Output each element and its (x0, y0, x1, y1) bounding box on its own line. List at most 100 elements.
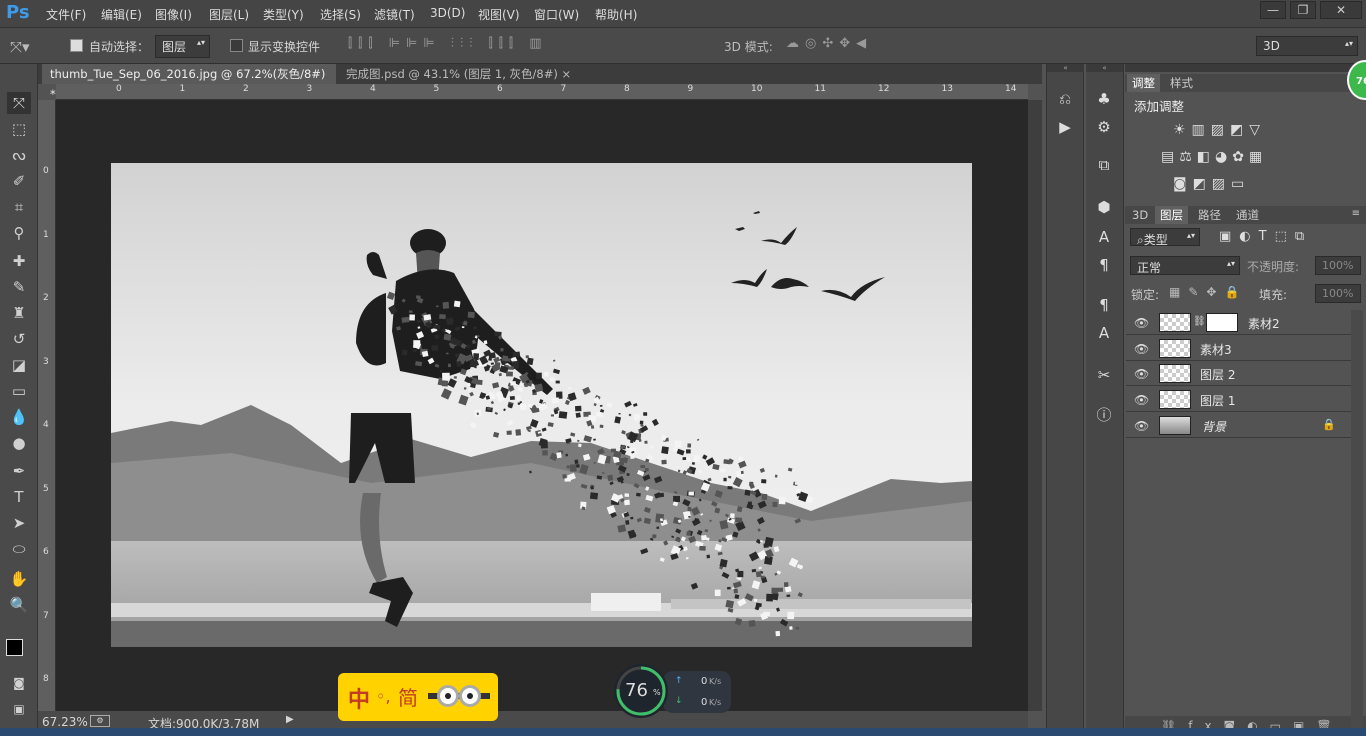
fill-input[interactable]: 100% (1315, 284, 1361, 303)
adjustment-icons-row1[interactable]: ☀▥▨◩▽ (1173, 122, 1266, 138)
layer-name[interactable]: 图层 1 (1200, 392, 1235, 409)
eyedropper-tool-icon[interactable]: ⚲ (7, 222, 31, 244)
minimize-button[interactable]: — (1260, 1, 1286, 19)
marquee-tool-icon[interactable]: ⬚ (7, 118, 31, 140)
tab-thumb[interactable]: thumb_Tue_Sep_06_2016.jpg @ 67.2%(灰色/8#)… (42, 64, 336, 101)
menu-window[interactable]: 窗口(W) (534, 6, 579, 23)
character-icon[interactable]: A (1092, 226, 1116, 248)
brush-tool-icon[interactable]: ✎ (7, 276, 31, 298)
type-tool-icon[interactable]: T (7, 486, 31, 508)
foreground-color-swatch[interactable] (6, 639, 23, 656)
layer-row[interactable]: 👁 图层 2 (1126, 361, 1351, 386)
info-icon[interactable]: ⓘ (1092, 404, 1116, 426)
layer-row[interactable]: 👁 图层 1 (1126, 387, 1351, 412)
restore-button[interactable]: ❐ (1290, 1, 1316, 19)
quick-select-tool-icon[interactable]: ✐ (7, 170, 31, 192)
crop-tool-icon[interactable]: ⌗ (7, 196, 31, 218)
collapse-icon[interactable]: « (1047, 64, 1084, 72)
dodge-tool-icon[interactable]: ● (7, 432, 31, 454)
eraser-tool-icon[interactable]: ◪ (7, 354, 31, 376)
tool-presets-icon[interactable]: ✂ (1092, 364, 1116, 386)
move-tool-preset-icon[interactable]: ⤧▾ (10, 38, 30, 56)
ime-punct[interactable]: ◦, (376, 687, 391, 706)
clone-stamp-tool-icon[interactable]: ♜ (7, 302, 31, 324)
tab-styles[interactable]: 样式 (1165, 74, 1198, 92)
tab-channels[interactable]: 通道 (1231, 206, 1264, 224)
clone-source-icon[interactable]: ⧉ (1092, 154, 1116, 176)
move-tool-icon[interactable]: ⤧ (7, 92, 31, 114)
tab-3d[interactable]: 3D (1127, 206, 1153, 224)
auto-select-dropdown[interactable]: 图层 ▴▾ (155, 35, 210, 58)
menu-layer[interactable]: 图层(L) (209, 6, 249, 23)
status-menu-arrow-icon[interactable]: ▶ (286, 714, 294, 725)
brush-preset-icon[interactable]: ♣ (1092, 88, 1116, 110)
menu-image[interactable]: 图像(I) (155, 6, 192, 23)
close-tab-icon[interactable]: × (562, 67, 572, 81)
paragraph-icon[interactable]: ¶ (1092, 254, 1116, 276)
visibility-eye-icon[interactable]: 👁 (1134, 393, 1149, 407)
3d-mode-icons[interactable]: ☁◎✣✥◀ (786, 36, 872, 51)
ellipse-tool-icon[interactable]: ⬭ (7, 538, 31, 560)
zoom-tool-icon[interactable]: 🔍 (7, 594, 31, 616)
layer-name[interactable]: 背景 (1202, 418, 1226, 435)
layer-row[interactable]: 👁 ⛓ 素材2 (1126, 310, 1351, 335)
blend-mode-dropdown[interactable]: 正常 ▴▾ (1130, 256, 1240, 275)
menu-help[interactable]: 帮助(H) (595, 6, 637, 23)
workspace-dropdown[interactable]: 3D ▴▾ (1256, 36, 1358, 56)
screen-mode-icon[interactable]: ▣ (7, 698, 31, 720)
document-image[interactable] (111, 163, 972, 647)
zoom-level[interactable]: 67.23% (42, 715, 88, 729)
paragraph-style-icon[interactable]: ¶ (1092, 294, 1116, 316)
brush-settings-icon[interactable]: ⚙ (1092, 116, 1116, 138)
path-select-tool-icon[interactable]: ➤ (7, 512, 31, 534)
hand-tool-icon[interactable]: ✋ (7, 568, 31, 590)
tab-adjustments[interactable]: 调整 (1127, 74, 1160, 92)
layer-filter-dropdown[interactable]: ⌕类型 ▴▾ (1130, 228, 1200, 247)
gradient-tool-icon[interactable]: ▭ (7, 380, 31, 402)
tab-paths[interactable]: 路径 (1193, 206, 1226, 224)
network-monitor[interactable]: 76 % ↑ 0 K/s ↓ 0 K/s (613, 663, 731, 719)
adjustment-icons-row2[interactable]: ▤⚖◧◕✿▦ (1161, 149, 1267, 165)
visibility-eye-icon[interactable]: 👁 (1134, 342, 1149, 356)
quick-mask-icon[interactable]: ◙ (7, 672, 31, 694)
tab-layers[interactable]: 图层 (1155, 206, 1188, 224)
auto-select-checkbox[interactable] (70, 39, 83, 52)
menu-file[interactable]: 文件(F) (46, 6, 86, 23)
layer-name[interactable]: 素材3 (1200, 341, 1232, 358)
panel-menu-icon[interactable]: ≡ (1352, 208, 1360, 219)
history-brush-tool-icon[interactable]: ↺ (7, 328, 31, 350)
pen-tool-icon[interactable]: ✒ (7, 460, 31, 482)
visibility-eye-icon[interactable]: 👁 (1134, 419, 1149, 433)
align-icons[interactable]: ⫿⫿⫿ ⊫⊫⊫ ⫶⫶⫶ ⫿⫿⫿ ▥ (348, 36, 548, 51)
menu-type[interactable]: 类型(Y) (263, 6, 304, 23)
status-settings-icon[interactable]: ⚙ (90, 715, 110, 727)
visibility-eye-icon[interactable]: 👁 (1134, 316, 1149, 330)
mask-link-icon[interactable]: ⛓ (1193, 316, 1206, 327)
layers-scrollbar[interactable] (1351, 310, 1363, 728)
canvas-vertical-scrollbar[interactable] (1028, 100, 1042, 711)
opacity-input[interactable]: 100% (1315, 256, 1361, 275)
ime-lang[interactable]: 中 (348, 682, 370, 714)
layer-mask-thumbnail[interactable] (1206, 313, 1238, 332)
character-style-icon[interactable]: A (1092, 322, 1116, 344)
healing-brush-tool-icon[interactable]: ✚ (7, 250, 31, 272)
layer-filter-icons[interactable]: ▣◐T⬚⧉ (1219, 229, 1312, 244)
menu-select[interactable]: 选择(S) (320, 6, 361, 23)
show-transform-checkbox[interactable] (230, 39, 243, 52)
close-button[interactable]: ✕ (1320, 1, 1362, 19)
ime-toolbar[interactable]: 中 ◦, 简 (338, 673, 498, 721)
tab-finished[interactable]: 完成图.psd @ 43.1% (图层 1, 灰色/8#) × (338, 64, 582, 84)
layer-name[interactable]: 图层 2 (1200, 366, 1235, 383)
adjustment-icons-row3[interactable]: ◙◩▨▭ (1173, 176, 1250, 192)
lasso-tool-icon[interactable]: ᔓ (7, 144, 31, 166)
visibility-eye-icon[interactable]: 👁 (1134, 367, 1149, 381)
actions-play-icon[interactable]: ▶ (1053, 116, 1077, 138)
layer-name[interactable]: 素材2 (1248, 315, 1280, 332)
collapse-icon[interactable]: » (1125, 64, 1366, 72)
menu-edit[interactable]: 编辑(E) (101, 6, 142, 23)
collapse-icon[interactable]: « (1086, 64, 1123, 72)
layer-row[interactable]: 👁 背景 🔒 (1126, 413, 1351, 438)
ime-mode[interactable]: 简 (398, 682, 418, 711)
menu-3d[interactable]: 3D(D) (430, 6, 465, 20)
lock-icons[interactable]: ▦✎✥🔒 (1169, 285, 1247, 299)
